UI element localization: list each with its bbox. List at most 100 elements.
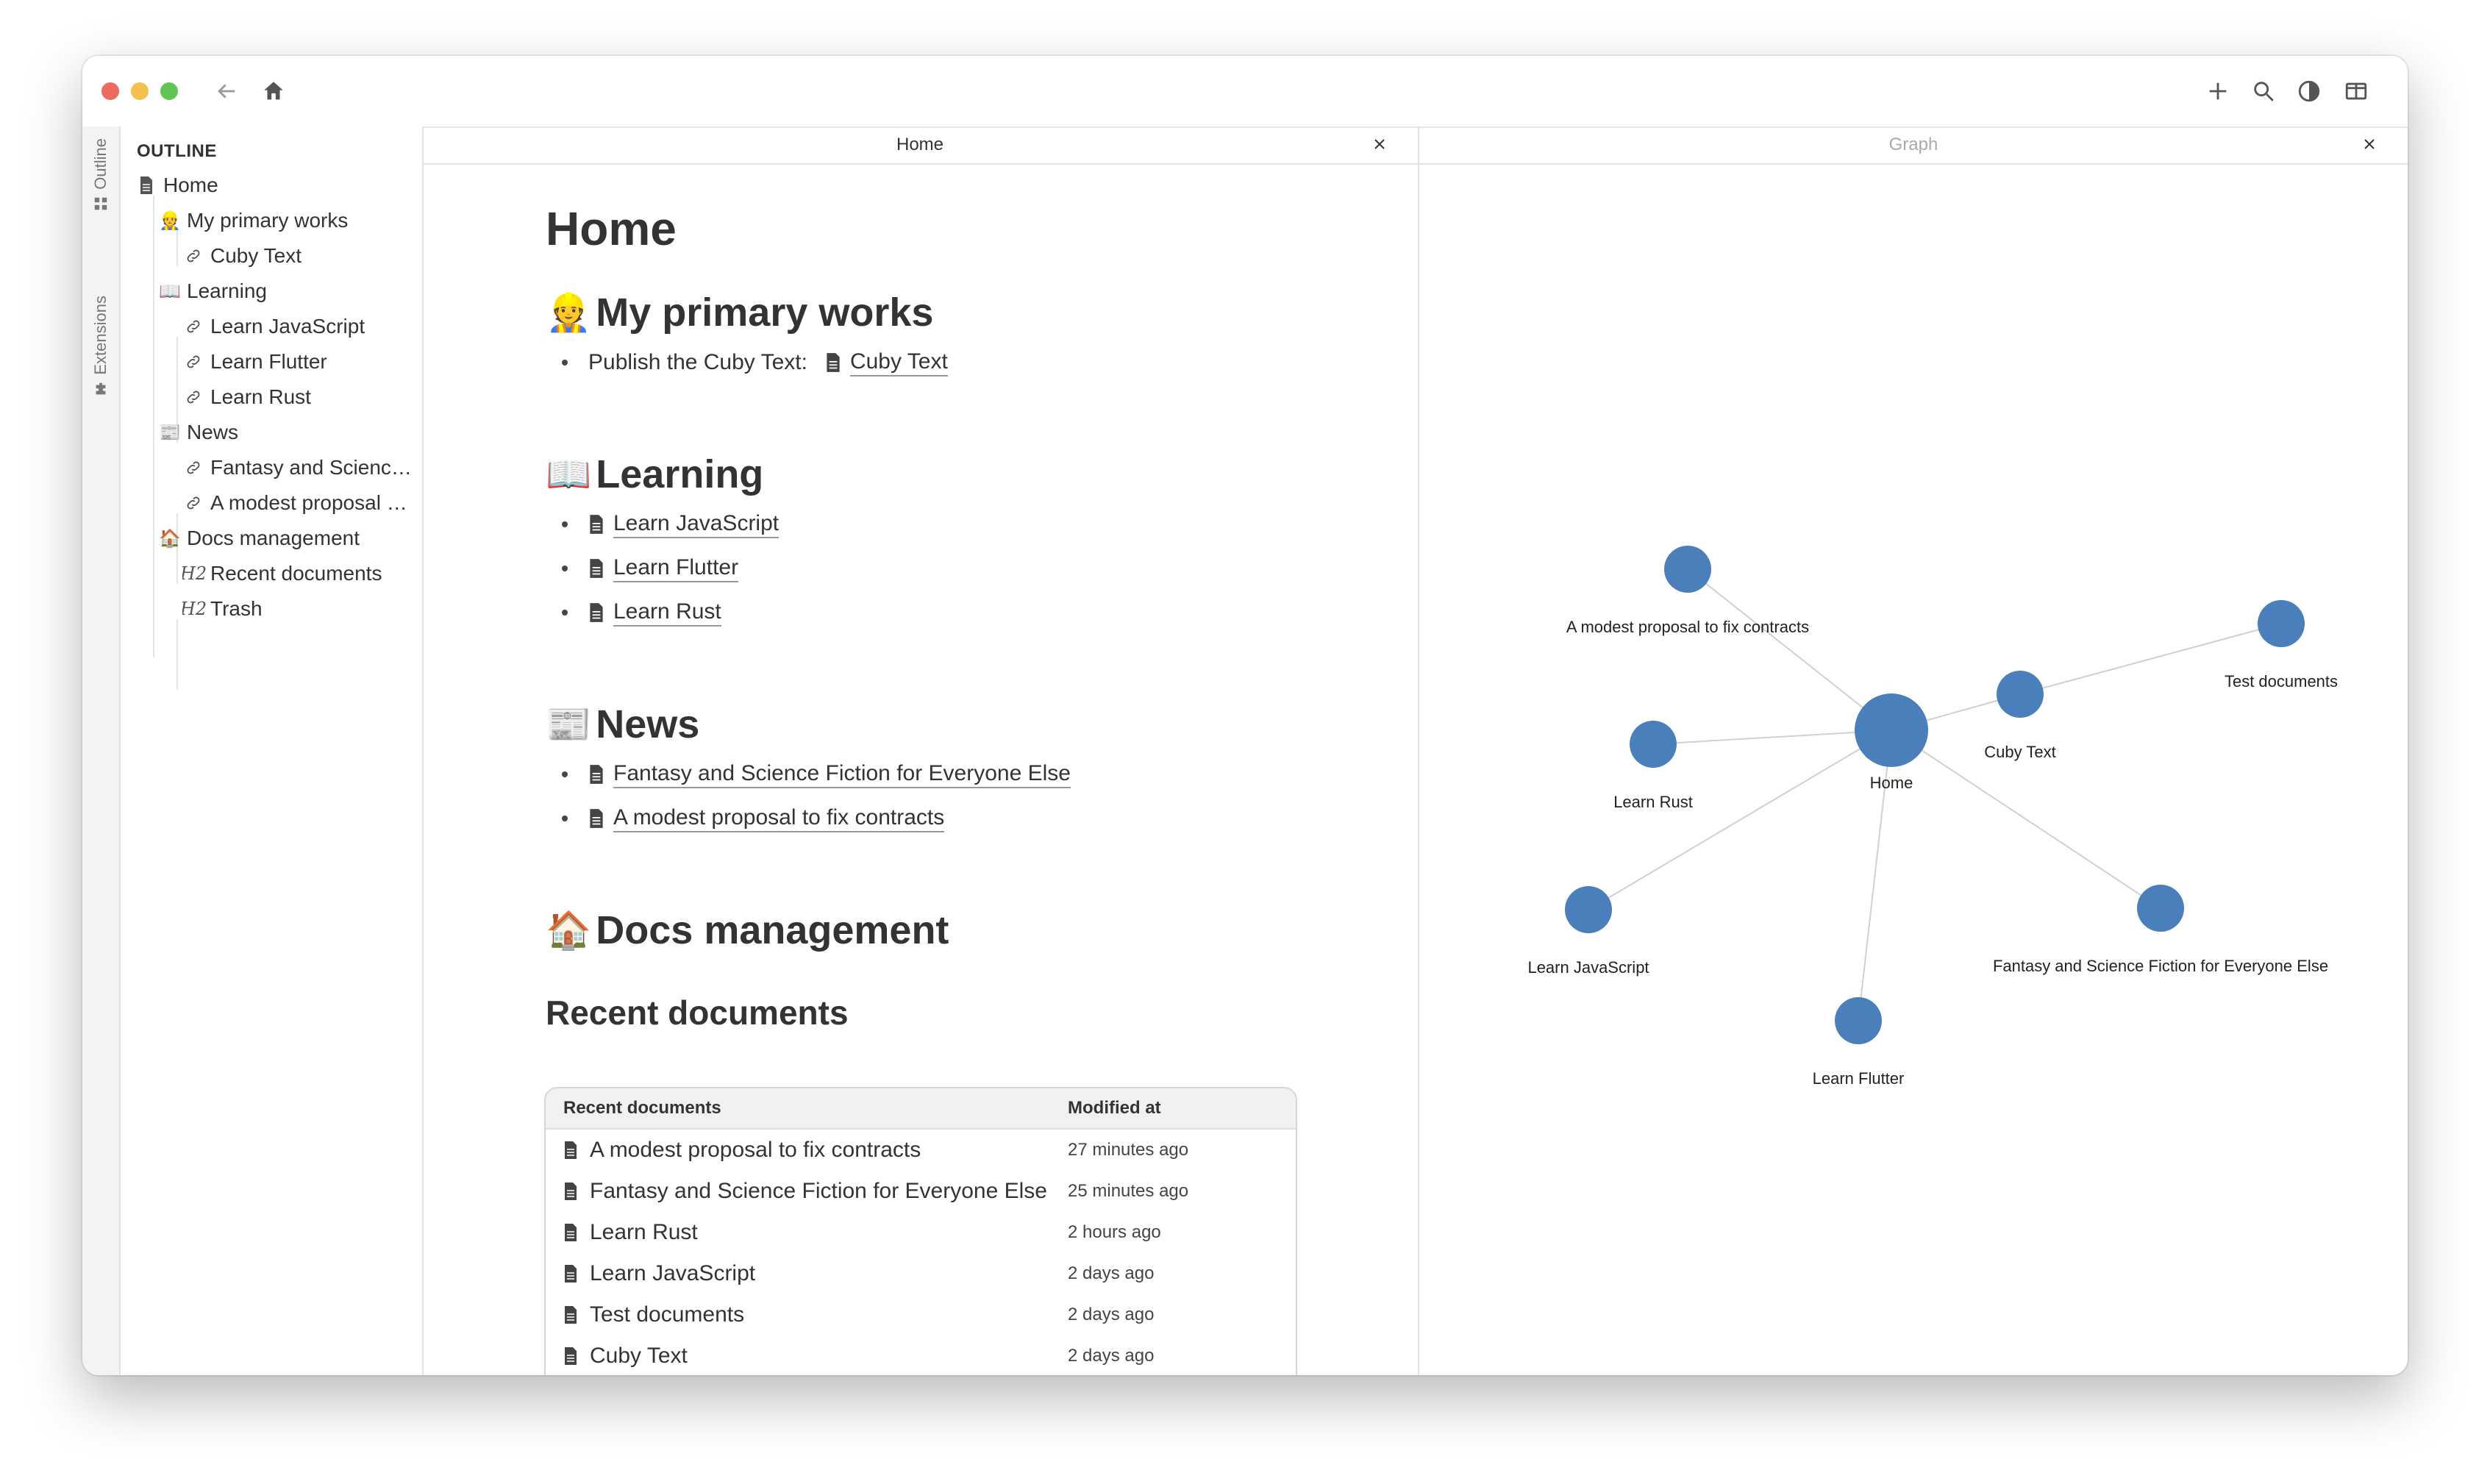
outline-item-cuby-text[interactable]: Cuby Text — [182, 238, 418, 274]
graph-node[interactable] — [1835, 997, 1882, 1044]
outline-item-recent-documents[interactable]: H2 Recent documents — [182, 556, 418, 591]
outline-item-modest-proposal[interactable]: A modest proposal … — [182, 485, 418, 521]
extensions-activity-tab[interactable]: Extensions — [82, 296, 119, 397]
outline-item-my-primary-works[interactable]: 👷 My primary works — [159, 203, 416, 238]
list-item: Fantasy and Science Fiction for Everyone… — [562, 756, 1071, 793]
graph-node-label: Fantasy and Science Fiction for Everyone… — [1993, 957, 2328, 975]
graph-node[interactable] — [2137, 885, 2184, 932]
document-icon — [588, 764, 604, 785]
graph-node-label: Test documents — [2225, 672, 2338, 691]
document-graph[interactable]: Home A modest proposal to fix contracts Te… — [1419, 165, 2408, 1375]
table-body: A modest proposal to fix contracts 27 min… — [546, 1130, 1296, 1375]
doc-link-modest-proposal[interactable]: A modest proposal to fix contracts — [613, 805, 945, 832]
table-row[interactable]: Cuby Text 2 days ago — [546, 1335, 1296, 1375]
home-button[interactable] — [259, 76, 288, 106]
document-name: A modest proposal to fix contracts — [590, 1138, 921, 1162]
close-tab-button[interactable] — [2361, 135, 2378, 153]
heading-learning: 📖 Learning — [546, 452, 763, 497]
recent-documents-table: Recent documents Modified at A modest pr… — [544, 1087, 1297, 1375]
document-cell[interactable]: Cuby Text — [546, 1344, 1068, 1369]
graph-node[interactable] — [1565, 886, 1612, 933]
heading-2-icon: H2 — [182, 563, 207, 584]
outline-item-fantasy[interactable]: Fantasy and Scienc… — [182, 450, 418, 485]
document-cell[interactable]: A modest proposal to fix contracts — [546, 1138, 1068, 1163]
table-row[interactable]: Learn JavaScript 2 days ago — [546, 1253, 1296, 1294]
table-row[interactable]: Learn Rust 2 hours ago — [546, 1212, 1296, 1253]
graph-node[interactable] — [1664, 546, 1711, 593]
table-header: Recent documents Modified at — [546, 1088, 1296, 1130]
graph-node[interactable] — [1855, 693, 1928, 767]
graph-node-label: Learn Flutter — [1813, 1069, 1905, 1088]
outline-item-learning[interactable]: 📖 Learning — [159, 274, 416, 309]
document-cell[interactable]: Fantasy and Science Fiction for Everyone… — [546, 1179, 1068, 1204]
outline-item-label: Learn Flutter — [210, 350, 327, 373]
graph-node-label: Learn Rust — [1613, 793, 1693, 811]
outline-item-learn-rust[interactable]: Learn Rust — [182, 379, 418, 415]
graph-node-label: Cuby Text — [1984, 743, 2055, 761]
outline-activity-label: Outline — [91, 138, 110, 190]
page-title: Home — [546, 202, 677, 255]
outline-item-news[interactable]: 📰 News — [159, 415, 416, 450]
close-icon — [1374, 139, 1385, 149]
home-icon — [264, 82, 283, 100]
outline-item-docs-management[interactable]: 🏠 Docs management — [159, 521, 416, 556]
column-header-document[interactable]: Recent documents — [546, 1098, 1068, 1119]
graph-node-label: Home — [1870, 774, 1913, 792]
activity-bar: Outline Extensions — [82, 126, 121, 1375]
theme-button[interactable] — [2294, 76, 2324, 106]
doc-link-learn-flutter[interactable]: Learn Flutter — [613, 555, 739, 582]
tab-home[interactable]: Home — [422, 126, 1418, 165]
outline-item-home[interactable]: Home — [135, 168, 415, 203]
document-icon — [135, 176, 157, 195]
outline-activity-tab[interactable]: Outline — [82, 138, 119, 212]
document-cell[interactable]: Learn JavaScript — [546, 1261, 1068, 1286]
doc-link-learn-javascript[interactable]: Learn JavaScript — [613, 511, 780, 538]
doc-link-learn-rust[interactable]: Learn Rust — [613, 599, 721, 627]
search-button[interactable] — [2249, 76, 2278, 106]
graph-node-label: A modest proposal to fix contracts — [1566, 618, 1809, 636]
close-window-button[interactable] — [101, 82, 119, 100]
document-name: Test documents — [590, 1302, 745, 1327]
link-icon — [182, 493, 204, 513]
document-icon — [565, 1224, 577, 1241]
list-item: Learn Flutter — [562, 550, 739, 587]
outline-item-learn-flutter[interactable]: Learn Flutter — [182, 344, 418, 379]
outline-item-label: Learn Rust — [210, 385, 311, 408]
link-icon — [182, 388, 204, 407]
document-cell[interactable]: Learn Rust — [546, 1220, 1068, 1245]
plus-icon — [2209, 82, 2227, 100]
table-row[interactable]: Fantasy and Science Fiction for Everyone… — [546, 1171, 1296, 1212]
split-view-icon — [2345, 82, 2367, 100]
doc-link-cuby-text[interactable]: Cuby Text — [849, 349, 948, 377]
document-name: Learn JavaScript — [590, 1261, 756, 1285]
modified-cell: 2 days ago — [1068, 1346, 1155, 1366]
minimize-window-button[interactable] — [131, 82, 149, 100]
document-icon — [588, 808, 604, 829]
column-header-modified[interactable]: Modified at — [1068, 1098, 1161, 1119]
back-button[interactable] — [212, 76, 241, 106]
graph-node[interactable] — [1997, 671, 2044, 718]
list-item-text: Publish the Cuby Text: — [588, 350, 807, 374]
outline-item-trash[interactable]: H2 Trash — [182, 591, 418, 627]
heading-text: My primary works — [596, 290, 934, 335]
document-cell[interactable]: Test documents — [546, 1302, 1068, 1327]
tab-graph[interactable]: Graph — [1419, 126, 2408, 165]
outline-item-learn-javascript[interactable]: Learn JavaScript — [182, 309, 418, 344]
graph-node[interactable] — [2258, 600, 2305, 647]
modified-cell: 2 days ago — [1068, 1305, 1155, 1324]
split-view-button[interactable] — [2341, 76, 2371, 106]
table-row[interactable]: A modest proposal to fix contracts 27 min… — [546, 1130, 1296, 1171]
graph-node[interactable] — [1630, 721, 1677, 768]
doc-link-fantasy[interactable]: Fantasy and Science Fiction for Everyone… — [613, 761, 1071, 788]
zoom-window-button[interactable] — [160, 82, 178, 100]
document-editor[interactable]: Home 👷 My primary works Publish the Cuby… — [422, 165, 1418, 1375]
arrow-left-icon — [218, 84, 235, 99]
tab-label: Home — [896, 135, 944, 154]
list-item: Learn Rust — [562, 594, 721, 631]
outline-item-label: Cuby Text — [210, 244, 302, 267]
close-tab-button[interactable] — [1371, 135, 1388, 153]
table-row[interactable]: Test documents 2 days ago — [546, 1294, 1296, 1335]
list-item: Publish the Cuby Text: Cuby Text — [562, 344, 948, 381]
document-icon — [588, 602, 604, 623]
add-button[interactable] — [2203, 76, 2233, 106]
